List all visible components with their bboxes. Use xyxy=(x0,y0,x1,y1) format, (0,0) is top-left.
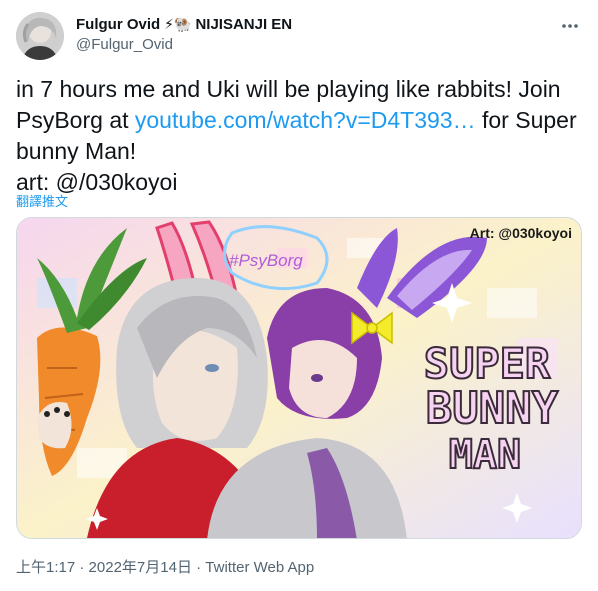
title-line-3: MAN xyxy=(449,432,521,478)
tweet-meta: 上午1:17 · 2022年7月14日 · Twitter Web App xyxy=(16,556,314,577)
tweet-time[interactable]: 上午1:17 xyxy=(16,559,75,576)
title-line-2: BUNNY xyxy=(426,383,559,434)
tweet-media-image[interactable]: #PsyBorg Art: @030koyoi SUPER BUNNY MAN xyxy=(16,217,582,539)
avatar[interactable] xyxy=(16,12,64,60)
meta-separator-1: · xyxy=(75,559,89,576)
title-line-1: SUPER xyxy=(424,339,551,388)
name-emojis: ⚡🐏 xyxy=(164,16,192,32)
tweet-date[interactable]: 2022年7月14日 xyxy=(89,559,192,576)
artwork-illustration: #PsyBorg Art: @030koyoi SUPER BUNNY MAN xyxy=(17,218,581,538)
tweet-link[interactable]: youtube.com/watch?v=D4T393… xyxy=(135,107,476,133)
display-name-row: Fulgur Ovid ⚡🐏 NIJISANJI EN xyxy=(76,14,292,34)
more-horizontal-icon[interactable] xyxy=(558,14,582,38)
tweet-header: Fulgur Ovid ⚡🐏 NIJISANJI EN @Fulgur_Ovid xyxy=(16,12,582,62)
translate-tweet-link[interactable]: 翻譯推文 xyxy=(16,191,68,210)
meta-separator-2: · xyxy=(191,559,206,576)
tweet-source[interactable]: Twitter Web App xyxy=(205,559,314,576)
hashtag-text: #PsyBorg xyxy=(229,251,303,270)
avatar-image xyxy=(16,12,64,60)
display-name[interactable]: Fulgur Ovid xyxy=(76,16,160,33)
author-names: Fulgur Ovid ⚡🐏 NIJISANJI EN @Fulgur_Ovid xyxy=(76,14,292,54)
art-credit: Art: @030koyoi xyxy=(470,225,572,241)
author-handle[interactable]: @Fulgur_Ovid xyxy=(76,36,292,53)
affiliation-label: NIJISANJI EN xyxy=(195,15,293,33)
tweet-text: in 7 hours me and Uki will be playing li… xyxy=(16,74,582,198)
